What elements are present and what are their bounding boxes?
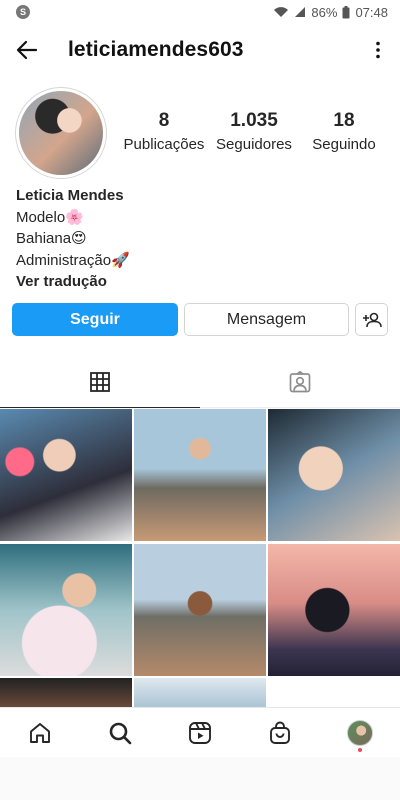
home-icon <box>30 722 50 743</box>
bottom-navigation <box>0 707 400 757</box>
followers-count: 1.035 <box>230 110 278 131</box>
posts-stat[interactable]: 8 Publicações <box>120 110 208 153</box>
nav-home[interactable] <box>0 708 80 758</box>
nav-shop[interactable] <box>240 708 320 758</box>
message-button[interactable]: Mensagem <box>184 303 349 336</box>
battery-percent: 86% <box>311 4 338 20</box>
following-stat[interactable]: 18 Seguindo <box>300 110 388 153</box>
profile-bio: Leticia Mendes Modelo🌸 Bahiana😍 Administ… <box>16 185 130 293</box>
battery-icon <box>342 5 350 18</box>
post-thumbnail[interactable] <box>0 678 132 709</box>
more-options-button[interactable] <box>356 24 400 76</box>
grid-icon <box>90 371 110 392</box>
profile-stats: 8 Publicações 1.035 Seguidores 18 Seguin… <box>120 110 388 153</box>
tab-tagged[interactable] <box>200 356 400 408</box>
suggested-accounts-button[interactable] <box>355 303 388 336</box>
post-thumbnail[interactable] <box>134 678 266 709</box>
bio-line-3: Administração🚀 <box>16 251 130 269</box>
bio-line-1: Modelo🌸 <box>16 208 84 226</box>
more-vertical-icon <box>376 41 380 59</box>
following-label: Seguindo <box>312 136 376 153</box>
post-thumbnail[interactable] <box>0 409 132 541</box>
see-translation-link[interactable]: Ver tradução <box>16 271 130 293</box>
nav-search[interactable] <box>80 708 160 758</box>
profile-tabs <box>0 356 400 408</box>
avatar <box>347 719 373 746</box>
search-icon <box>109 722 132 744</box>
wifi-icon <box>274 7 289 17</box>
back-arrow-icon <box>16 40 38 60</box>
post-thumbnail[interactable] <box>0 543 132 676</box>
followers-label: Seguidores <box>216 136 292 153</box>
post-thumbnail[interactable] <box>268 409 400 541</box>
username-title: leticiamendes603 <box>68 38 244 61</box>
display-name: Leticia Mendes <box>16 187 124 204</box>
notification-dot <box>358 747 362 752</box>
status-bar: S 86% 07:48 <box>0 0 400 24</box>
followers-stat[interactable]: 1.035 Seguidores <box>208 110 300 153</box>
profile-section: 8 Publicações 1.035 Seguidores 18 Seguin… <box>0 76 400 356</box>
tab-posts-grid[interactable] <box>0 356 200 408</box>
clock: 07:48 <box>355 4 388 20</box>
signal-icon <box>295 7 306 17</box>
add-person-icon <box>362 312 382 327</box>
post-thumbnail[interactable] <box>134 409 266 541</box>
post-thumbnail[interactable] <box>134 543 266 676</box>
post-thumbnail[interactable] <box>268 543 400 676</box>
profile-avatar[interactable] <box>15 87 107 179</box>
empty-grid-cell <box>268 678 400 709</box>
profile-header: leticiamendes603 <box>0 24 400 76</box>
tagged-person-icon <box>289 370 311 392</box>
status-badge: S <box>16 5 30 19</box>
reels-icon <box>189 721 211 744</box>
bio-line-2: Bahiana😍 <box>16 230 87 247</box>
nav-reels[interactable] <box>160 708 240 758</box>
nav-profile[interactable] <box>320 708 400 758</box>
posts-grid <box>0 409 400 709</box>
back-button[interactable] <box>0 24 54 76</box>
shop-icon <box>270 721 290 744</box>
system-footer-area <box>0 757 400 800</box>
follow-button[interactable]: Seguir <box>12 303 178 336</box>
posts-label: Publicações <box>123 136 205 153</box>
posts-count: 8 <box>158 110 170 131</box>
avatar-image <box>19 91 103 175</box>
following-count: 18 <box>333 110 355 131</box>
